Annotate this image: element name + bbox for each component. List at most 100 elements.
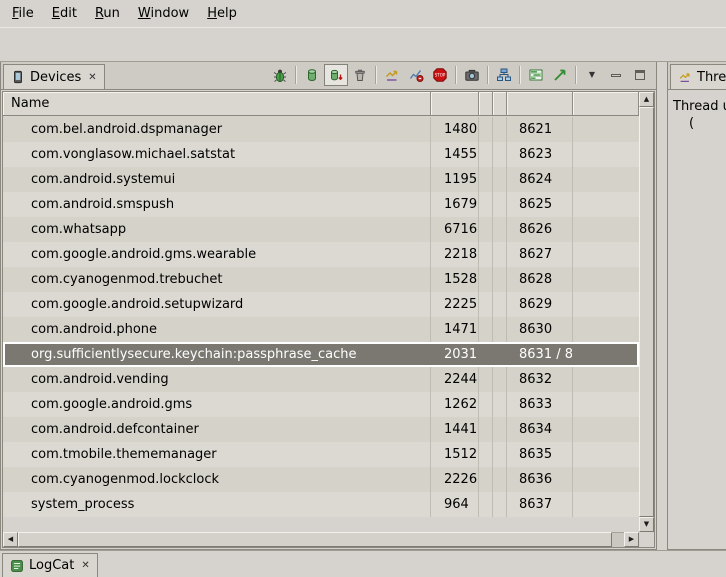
empty-cell	[493, 267, 507, 292]
empty-cell	[479, 167, 493, 192]
horizontal-scrollbar[interactable]: ◀ ▶	[3, 532, 639, 547]
empty-cell	[573, 442, 639, 467]
toolbar-separator	[519, 66, 520, 84]
vertical-scroll-thumb[interactable]	[639, 107, 654, 517]
scroll-down-button[interactable]: ▼	[639, 517, 654, 532]
column-header-name[interactable]: Name	[3, 92, 431, 115]
table-row[interactable]: com.tmobile.thememanager 1512 8635	[3, 442, 639, 467]
empty-cell	[573, 117, 639, 142]
device-port: 8636	[507, 467, 573, 492]
minimize-button[interactable]	[604, 64, 628, 86]
table-row[interactable]: system_process 964 8637	[3, 492, 639, 517]
menu-file[interactable]: File	[3, 2, 43, 25]
maximize-button[interactable]	[628, 64, 652, 86]
tab-threads[interactable]: Threads	[670, 64, 726, 89]
device-port: 8635	[507, 442, 573, 467]
scroll-up-button[interactable]: ▲	[639, 92, 654, 107]
horizontal-scroll-thumb[interactable]	[18, 532, 612, 547]
method-profiling-icon	[408, 67, 424, 83]
scroll-left-button[interactable]: ◀	[3, 532, 18, 547]
debug-process-button[interactable]	[268, 64, 292, 86]
column-header-blank[interactable]	[493, 92, 507, 115]
menu-window[interactable]: Window	[129, 2, 198, 25]
threads-content: Thread up (	[668, 90, 726, 132]
update-heap-icon	[304, 67, 320, 83]
empty-cell	[573, 217, 639, 242]
update-threads-button[interactable]	[380, 64, 404, 86]
view-menu-icon: ▼	[589, 71, 595, 79]
device-name: com.android.vending	[3, 367, 431, 392]
empty-cell	[479, 142, 493, 167]
scroll-left-icon: ◀	[8, 536, 13, 543]
table-row[interactable]: com.android.systemui 1195 8624	[3, 167, 639, 192]
table-row[interactable]: com.google.android.gms 12623 8633	[3, 392, 639, 417]
device-pid: 1512	[431, 442, 479, 467]
table-row[interactable]: com.cyanogenmod.lockclock 22265 8636	[3, 467, 639, 492]
device-port: 8627	[507, 242, 573, 267]
device-port: 8628	[507, 267, 573, 292]
empty-cell	[573, 342, 639, 367]
devices-tab-close-icon[interactable]: ✕	[88, 72, 96, 83]
devices-view-toolbar: STOP	[268, 64, 656, 89]
empty-cell	[479, 392, 493, 417]
empty-cell	[493, 467, 507, 492]
device-pid: 6716	[431, 217, 479, 242]
empty-cell	[493, 392, 507, 417]
table-row[interactable]: com.cyanogenmod.trebuchet 1528 8628	[3, 267, 639, 292]
scroll-right-icon: ▶	[629, 536, 634, 543]
start-method-profiling-button[interactable]	[404, 64, 428, 86]
device-port: 8633	[507, 392, 573, 417]
debug-icon	[272, 67, 288, 83]
table-row[interactable]: com.android.defcontainer 14411 8634	[3, 417, 639, 442]
vertical-scrollbar[interactable]: ▲ ▼	[639, 92, 654, 532]
table-row[interactable]: com.whatsapp 6716 8626	[3, 217, 639, 242]
stop-icon: STOP	[432, 67, 448, 83]
systrace-button[interactable]	[524, 64, 548, 86]
column-header-port[interactable]	[507, 92, 573, 115]
table-row[interactable]: com.vonglasow.michael.satstat 14553 8623	[3, 142, 639, 167]
device-name: com.android.systemui	[3, 167, 431, 192]
table-row[interactable]: org.sufficientlysecure.keychain:passphra…	[3, 342, 639, 367]
menu-edit[interactable]: Edit	[43, 2, 86, 25]
logcat-tab-close-icon[interactable]: ✕	[81, 560, 89, 571]
empty-cell	[493, 292, 507, 317]
menu-run[interactable]: Run	[86, 2, 129, 25]
device-name: system_process	[3, 492, 431, 517]
table-row[interactable]: com.google.android.gms.wearable 22185 86…	[3, 242, 639, 267]
dump-view-hierarchy-button[interactable]	[492, 64, 516, 86]
table-row[interactable]: com.google.android.setupwizard 22250 862…	[3, 292, 639, 317]
device-name: com.bel.android.dspmanager	[3, 117, 431, 142]
toolbar-separator	[575, 66, 576, 84]
empty-cell	[479, 417, 493, 442]
stop-process-button[interactable]: STOP	[428, 64, 452, 86]
screen-capture-button[interactable]	[460, 64, 484, 86]
empty-cell	[573, 167, 639, 192]
menu-help[interactable]: Help	[198, 2, 246, 25]
device-port: 8631 / 8700	[507, 342, 573, 367]
opengl-trace-button[interactable]	[548, 64, 572, 86]
update-heap-button[interactable]	[300, 64, 324, 86]
cause-gc-button[interactable]	[348, 64, 372, 86]
panel-sash[interactable]	[657, 62, 667, 550]
empty-cell	[493, 117, 507, 142]
scroll-right-button[interactable]: ▶	[624, 532, 639, 547]
empty-cell	[493, 192, 507, 217]
menubar: File Edit Run Window Help	[0, 0, 726, 27]
maximize-icon	[635, 70, 645, 80]
column-header-pid[interactable]	[431, 92, 479, 115]
device-port: 8626	[507, 217, 573, 242]
table-row[interactable]: com.android.vending 22440 8632	[3, 367, 639, 392]
view-menu-button[interactable]: ▼	[580, 64, 604, 86]
device-name: com.vonglasow.michael.satstat	[3, 142, 431, 167]
tab-devices[interactable]: Devices ✕	[3, 64, 105, 89]
table-row[interactable]: com.bel.android.dspmanager 1480 8621	[3, 117, 639, 142]
column-header-blank[interactable]	[479, 92, 493, 115]
device-pid: 1471	[431, 317, 479, 342]
table-row[interactable]: com.android.phone 1471 8630	[3, 317, 639, 342]
device-icon	[11, 70, 25, 84]
table-row[interactable]: com.android.smspush 1679 8625	[3, 192, 639, 217]
tab-logcat[interactable]: LogCat ✕	[2, 553, 98, 577]
empty-cell	[479, 492, 493, 517]
dump-hprof-button[interactable]	[324, 64, 348, 86]
threads-message-line2: (	[673, 115, 722, 132]
